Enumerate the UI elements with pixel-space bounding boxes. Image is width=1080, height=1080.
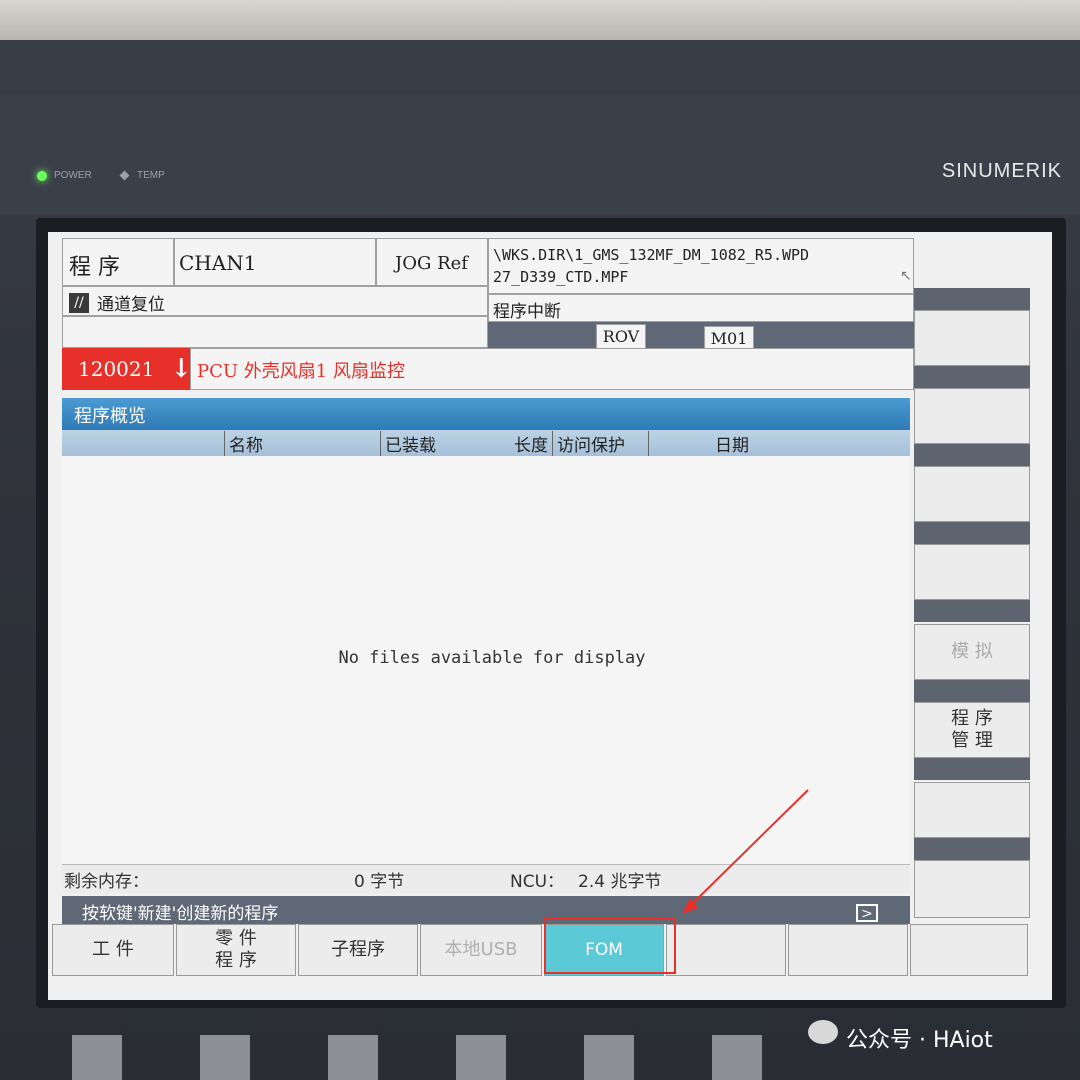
next-page-chevron-icon[interactable]: > xyxy=(856,904,878,922)
wechat-logo-icon xyxy=(808,1020,838,1044)
ncu-label: NCU： xyxy=(510,872,565,892)
hmi-screen: 程 序 CHAN1 JOG Ref \WKS.DIR\1_GMS_132MF_D… xyxy=(48,232,1052,1000)
program-path-line2: 27_D339_CTD.MPF xyxy=(493,267,629,286)
hardware-key[interactable] xyxy=(456,1035,506,1080)
vertical-softkey-divider xyxy=(914,522,1030,544)
softkey-empty-7[interactable] xyxy=(788,924,908,976)
operating-mode: JOG Ref xyxy=(376,238,488,286)
watermark-text: 公众号 · HAiot xyxy=(846,1028,993,1053)
vertical-softkey-divider xyxy=(914,600,1030,622)
overview-title: 程序概览 xyxy=(74,406,146,427)
alarm-number: 120021 xyxy=(78,357,155,381)
overview-title-bar: 程序概览 xyxy=(62,398,910,430)
rov-indicator: ROV xyxy=(596,324,646,350)
empty-list-message: No files available for display xyxy=(338,648,646,668)
temp-label: TEMP xyxy=(137,170,165,181)
free-memory-label: 剩余内存： xyxy=(64,872,149,892)
vertical-softkey-3[interactable] xyxy=(914,466,1030,522)
area-label: 程 序 xyxy=(62,238,174,286)
channel-name: CHAN1 xyxy=(174,238,376,286)
vertical-softkey-8[interactable] xyxy=(914,860,1030,918)
softkey-part-program[interactable]: 零 件 程 序 xyxy=(176,924,296,976)
overview-column-header: 名称 已装载 长度 访问保护 日期 xyxy=(62,430,910,456)
program-status: 程序中断 xyxy=(488,294,914,322)
reset-status-icon: // xyxy=(69,292,89,313)
alarm-text[interactable]: PCU 外壳风扇1 风扇监控 xyxy=(190,348,914,390)
free-memory-local: 0 字节 xyxy=(354,872,405,892)
hardware-key[interactable] xyxy=(72,1035,122,1080)
brand-logo: SINUMERIK xyxy=(941,160,1062,182)
softkey-subprogram[interactable]: 子程序 xyxy=(298,924,418,976)
hardware-key[interactable] xyxy=(584,1035,634,1080)
vertical-softkey-divider xyxy=(914,758,1030,780)
column-loaded[interactable]: 已装载 xyxy=(380,431,436,456)
softkey-local-usb[interactable]: 本地USB xyxy=(420,924,542,976)
annotation-arrow-icon xyxy=(682,789,809,914)
vertical-softkey-divider xyxy=(914,366,1030,388)
softkey-simulate[interactable]: 模 拟 xyxy=(914,624,1030,680)
ncu-memory-value: 2.4 兆字节 xyxy=(578,872,662,892)
vertical-softkey-divider xyxy=(914,288,1030,310)
column-length[interactable]: 长度 xyxy=(510,431,548,456)
channel-message-line xyxy=(62,316,488,348)
softkey-program-manager[interactable]: 程 序 管 理 xyxy=(914,702,1030,758)
vertical-softkey-7[interactable] xyxy=(914,782,1030,838)
power-label: POWER xyxy=(54,170,92,181)
power-led-icon xyxy=(37,171,47,181)
hardware-key[interactable] xyxy=(328,1035,378,1080)
channel-status: // 通道复位 xyxy=(62,286,488,316)
fom-highlight-box xyxy=(544,918,676,974)
channel-status-text: 通道复位 xyxy=(97,295,165,315)
hardware-key[interactable] xyxy=(200,1035,250,1080)
mouse-cursor-icon: ↖ xyxy=(900,268,912,284)
program-path: \WKS.DIR\1_GMS_132MF_DM_1082_R5.WPD 27_D… xyxy=(488,238,914,294)
vertical-softkey-4[interactable] xyxy=(914,544,1030,600)
vertical-softkey-1[interactable] xyxy=(914,310,1030,366)
column-name[interactable]: 名称 xyxy=(224,431,263,456)
softkey-workpiece[interactable]: 工 件 xyxy=(52,924,174,976)
vertical-softkey-divider xyxy=(914,444,1030,466)
vertical-softkey-2[interactable] xyxy=(914,388,1030,444)
vertical-softkey-divider xyxy=(914,680,1030,702)
hint-text: 按软键'新建'创建新的程序 xyxy=(82,904,279,924)
alarm-down-arrow-icon: ↓ xyxy=(170,354,193,384)
bezel-top-strip xyxy=(0,95,1080,215)
hardware-key[interactable] xyxy=(712,1035,762,1080)
column-date[interactable]: 日期 xyxy=(648,431,749,456)
alarm-number-badge[interactable]: 120021 ↓ xyxy=(62,348,193,390)
program-path-line1: \WKS.DIR\1_GMS_132MF_DM_1082_R5.WPD xyxy=(493,246,810,264)
vertical-softkey-divider xyxy=(914,838,1030,860)
softkey-empty-8[interactable] xyxy=(910,924,1028,976)
column-access-protection[interactable]: 访问保护 xyxy=(552,431,625,456)
softkey-empty-6[interactable] xyxy=(666,924,786,976)
